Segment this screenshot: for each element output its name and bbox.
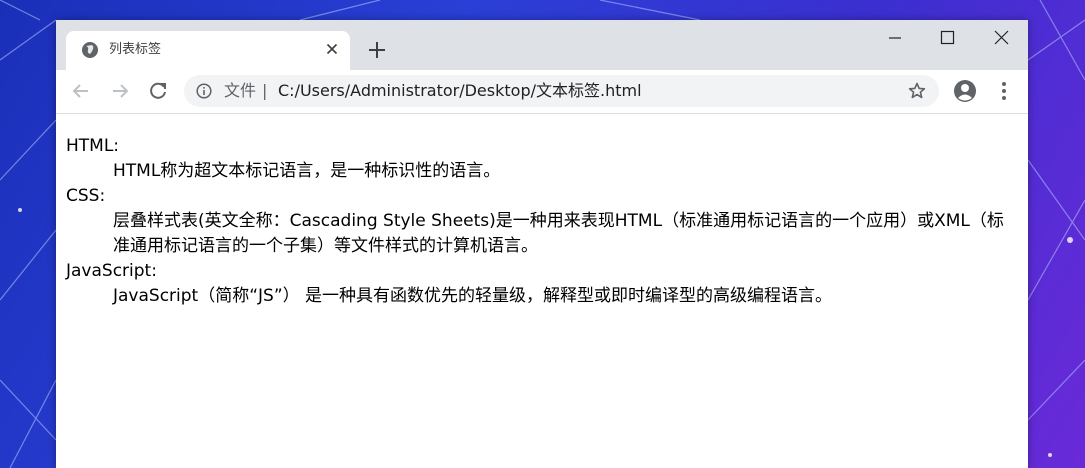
url-text[interactable]: C:/Users/Administrator/Desktop/文本标签.html <box>278 81 642 101</box>
tab-strip: 列表标签 <box>56 20 1028 70</box>
plus-icon[interactable] <box>365 38 389 62</box>
arrow-left-icon[interactable] <box>68 78 94 104</box>
url-scheme-label: 文件 <box>224 81 257 100</box>
term-html: HTML: <box>66 136 120 156</box>
browser-toolbar: 文件 | C:/Users/Administrator/Desktop/文本标签… <box>56 70 1028 114</box>
url-separator: | <box>262 81 268 100</box>
account-icon[interactable] <box>953 79 977 103</box>
term-css: CSS: <box>66 186 106 206</box>
definition-list: HTML: HTML称为超文本标记语言，是一种标识性的语言。 CSS: 层叠样式… <box>56 114 1028 309</box>
close-icon[interactable] <box>976 20 1026 56</box>
more-vert-icon[interactable] <box>994 79 1014 103</box>
globe-icon <box>82 42 98 58</box>
desc-html: HTML称为超文本标记语言，是一种标识性的语言。 <box>113 161 501 181</box>
close-icon[interactable] <box>324 41 340 57</box>
info-icon[interactable] <box>196 83 212 99</box>
reload-icon[interactable] <box>145 78 171 104</box>
tab-title: 列表标签 <box>109 42 162 57</box>
star-icon[interactable] <box>907 81 927 101</box>
maximize-icon[interactable] <box>922 20 972 56</box>
browser-window: 列表标签 文件 | C:/Users/Administrator/Desktop… <box>56 20 1028 468</box>
minimize-icon[interactable] <box>870 20 920 56</box>
address-bar[interactable]: 文件 | C:/Users/Administrator/Desktop/文本标签… <box>184 75 939 107</box>
term-javascript: JavaScript: <box>66 261 157 281</box>
desc-css: 层叠样式表(英文全称：Cascading Style Sheets)是一种用来表… <box>113 211 1004 256</box>
page-content: HTML: HTML称为超文本标记语言，是一种标识性的语言。 CSS: 层叠样式… <box>56 114 1028 468</box>
tab-active[interactable]: 列表标签 <box>66 31 350 70</box>
desc-javascript: JavaScript（简称“JS”） 是一种具有函数优先的轻量级，解释型或即时编… <box>113 286 833 306</box>
arrow-right-icon[interactable] <box>107 78 133 104</box>
